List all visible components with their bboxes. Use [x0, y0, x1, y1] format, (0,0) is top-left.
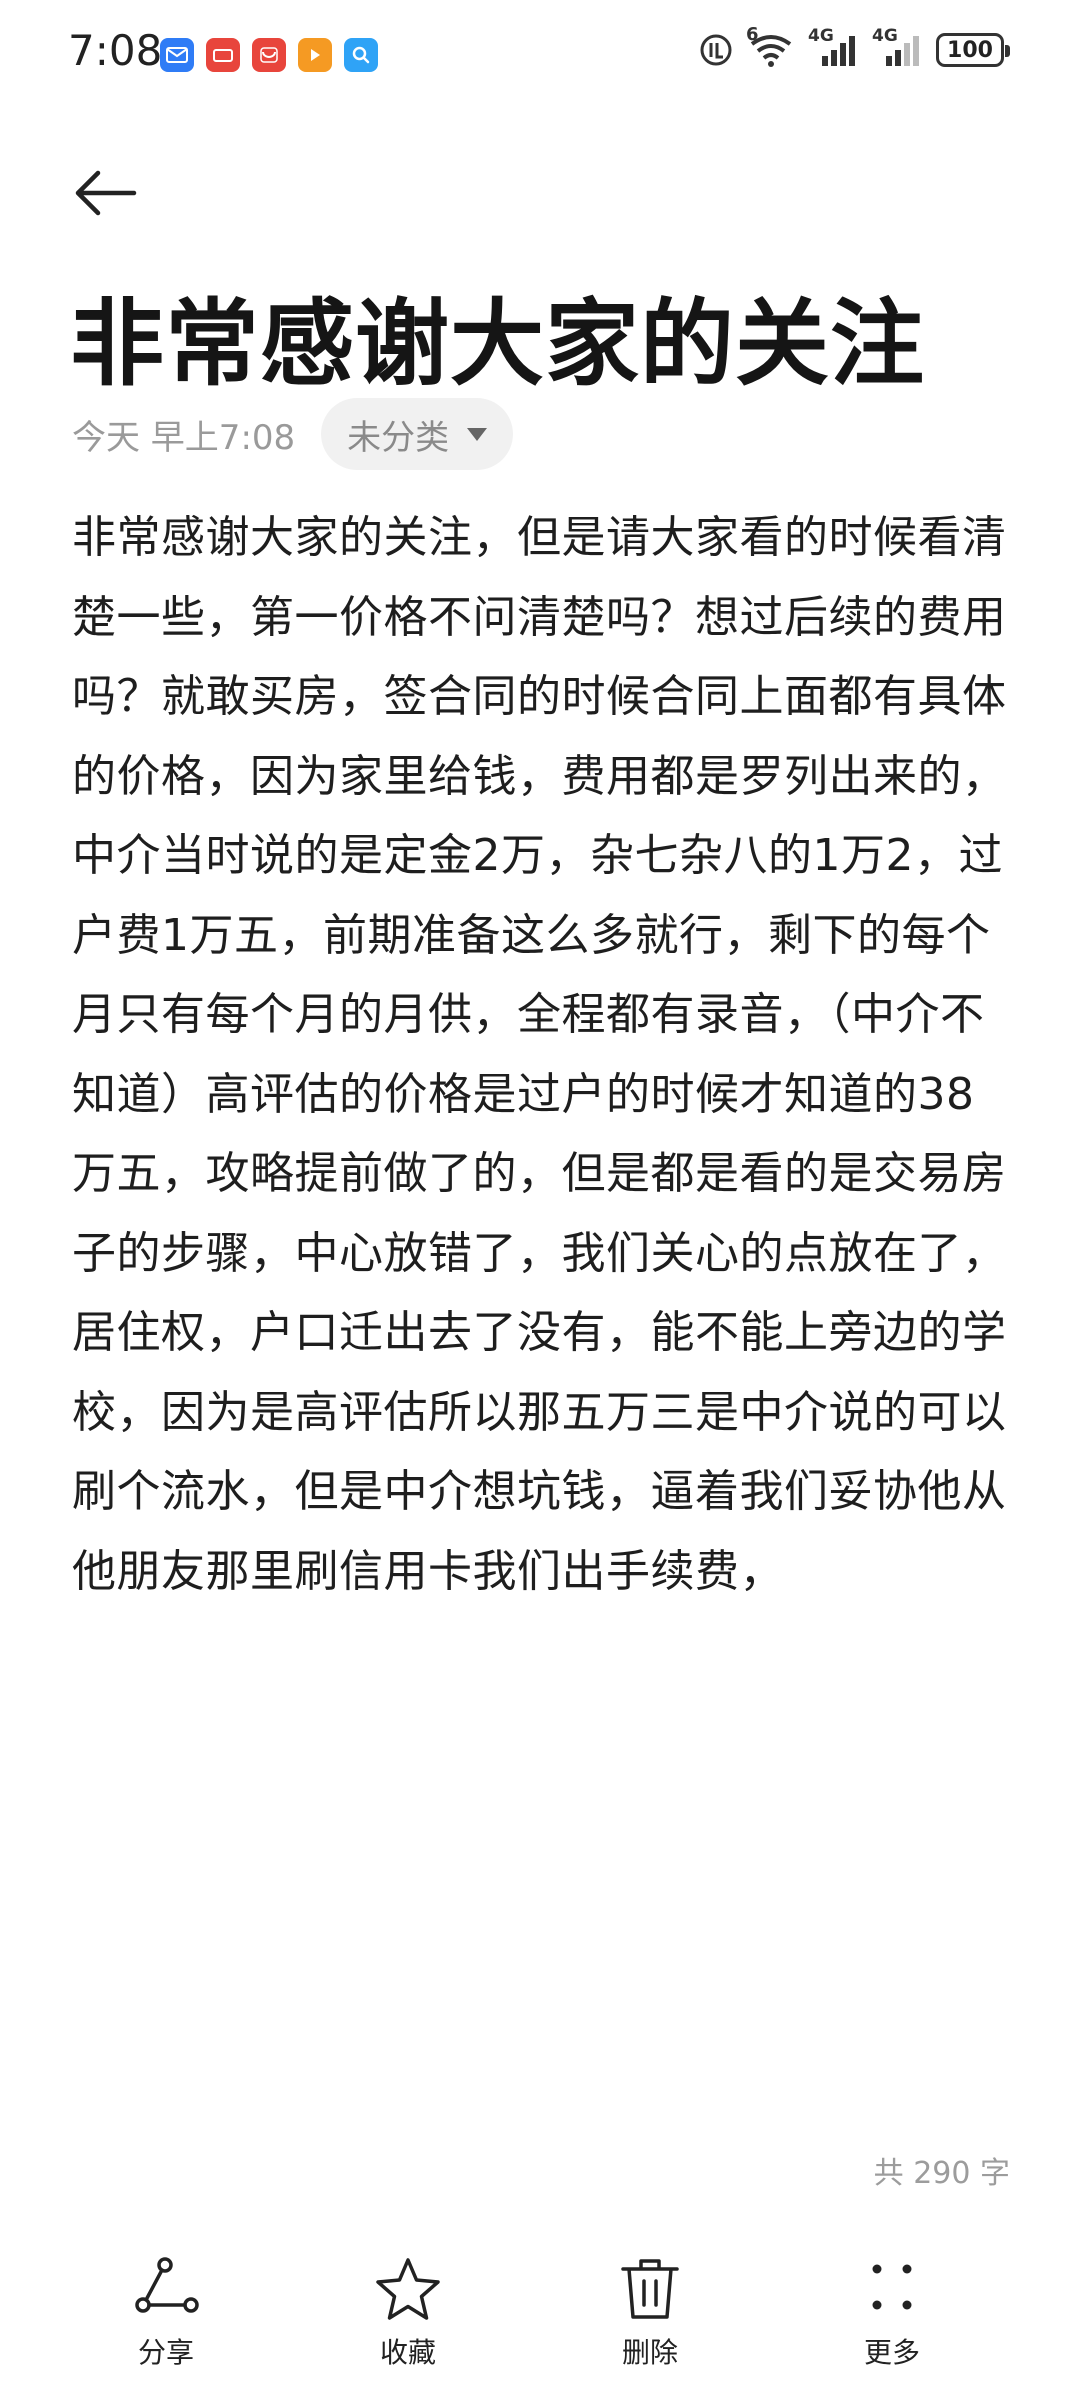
signal-1-icon: 4G: [808, 26, 858, 68]
signal-2-icon: 4G: [872, 26, 922, 68]
note-meta: 今天 早上7:08 未分类: [72, 398, 514, 470]
huawei-store-icon: [252, 38, 286, 72]
trash-icon: [621, 2259, 679, 2319]
delete-button[interactable]: 删除: [570, 2255, 730, 2371]
share-button[interactable]: 分享: [86, 2255, 246, 2371]
favorite-label: 收藏: [379, 2336, 436, 2369]
shop-icon: [206, 38, 240, 72]
back-button[interactable]: [68, 155, 144, 231]
word-count: 共 290 字: [873, 2156, 1010, 2191]
battery-icon: 100: [936, 33, 1010, 67]
mail-icon: [160, 38, 194, 72]
status-time: 7:08: [68, 26, 163, 75]
more-label: 更多: [863, 2336, 920, 2369]
more-icon: [872, 2264, 912, 2310]
search-app-icon: [344, 38, 378, 72]
hd-call-icon: [698, 32, 734, 68]
wifi-standard-label: 6: [746, 24, 759, 45]
star-icon: [376, 2258, 440, 2320]
status-bar: 7:08 6 4G 4G 100: [0, 0, 1080, 110]
status-right: 6 4G 4G 100: [698, 24, 1010, 68]
wifi-icon: 6: [746, 24, 794, 68]
video-icon: [298, 38, 332, 72]
note-body[interactable]: 非常感谢大家的关注，但是请大家看的时候看清楚一些，第一价格不问清楚吗？想过后续的…: [72, 498, 1012, 1611]
share-icon: [135, 2257, 199, 2313]
share-label: 分享: [137, 2336, 194, 2369]
network-label-1: 4G: [808, 26, 834, 46]
category-label: 未分类: [347, 417, 450, 458]
more-button[interactable]: 更多: [812, 2255, 972, 2371]
notification-icons: [160, 38, 378, 72]
favorite-button[interactable]: 收藏: [328, 2255, 488, 2371]
delete-label: 删除: [621, 2336, 678, 2369]
note-date: 今天 早上7:08: [72, 417, 296, 458]
arrow-left-icon: [75, 170, 137, 216]
note-title[interactable]: 非常感谢大家的关注: [70, 268, 925, 404]
network-label-2: 4G: [872, 26, 898, 46]
caret-down-icon: [467, 427, 488, 441]
bottom-toolbar: 分享 收藏 删除 更多: [0, 2255, 1080, 2403]
category-dropdown[interactable]: 未分类: [321, 398, 514, 470]
